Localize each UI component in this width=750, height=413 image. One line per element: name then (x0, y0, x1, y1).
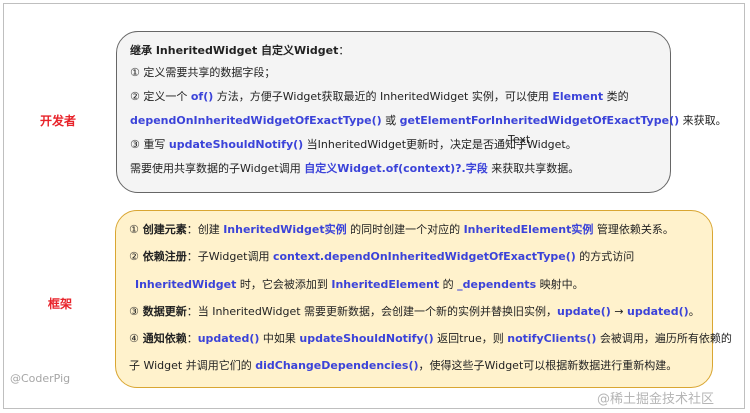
developer-box: 继承 InheritedWidget 自定义Widget： ① 定义需要共享的数… (116, 31, 727, 193)
dev-line-2: ① 定义需要共享的数据字段； (130, 66, 276, 79)
dev-line-6: 需要使用共享数据的子Widget调用 自定义Widget.of(context)… (130, 162, 580, 175)
author-watermark: @CoderPig (10, 372, 71, 385)
dev-line-5: ③ 重写 updateShouldNotify() 当InheritedWidg… (130, 138, 577, 151)
fw-line-3: InheritedWidget 时，它会被添加到 InheritedElemen… (135, 277, 584, 291)
developer-label: 开发者 (40, 114, 77, 128)
floating-text: Text (508, 133, 531, 146)
fw-line-4: ③ 数据更新：当 InheritedWidget 需要更新数据，会创建一个新的实… (129, 304, 700, 318)
dev-line-4: dependOnInheritedWidgetOfExactType() 或 g… (130, 114, 727, 127)
fw-line-6: 子 Widget 并调用它们的 didChangeDependencies()，… (129, 359, 678, 373)
site-watermark: @稀土掘金技术社区 (597, 392, 715, 407)
fw-line-2: ② 依赖注册：子Widget调用 context.dependOnInherit… (129, 250, 635, 264)
dev-line-3: ② 定义一个 of() 方法，方便子Widget获取最近的 InheritedW… (130, 90, 629, 103)
fw-line-1: ① 创建元素：创建 InheritedWidget实例 的同时创建一个对应的 I… (129, 223, 674, 236)
framework-label: 框架 (48, 297, 73, 311)
dev-line-1: 继承 InheritedWidget 自定义Widget： (130, 44, 350, 57)
framework-box: ① 创建元素：创建 InheritedWidget实例 的同时创建一个对应的 I… (115, 210, 732, 388)
fw-line-5: ④ 通知依赖：updated() 中如果 updateShouldNotify(… (129, 332, 732, 346)
